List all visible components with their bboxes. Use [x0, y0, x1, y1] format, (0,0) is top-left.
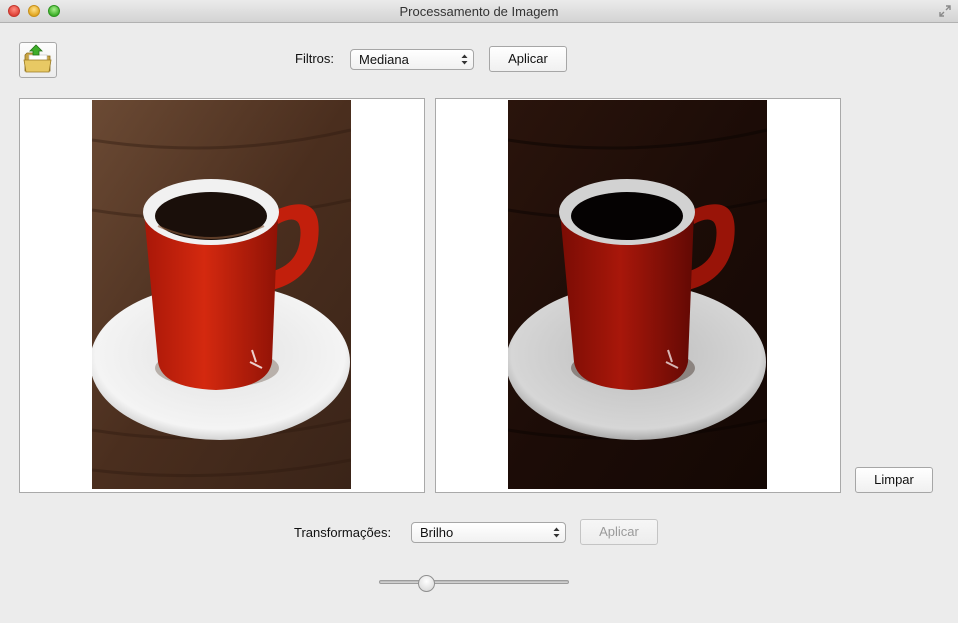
- fullscreen-icon[interactable]: [938, 4, 952, 18]
- open-image-button[interactable]: [19, 42, 57, 78]
- brightness-slider-track[interactable]: [379, 580, 569, 584]
- transformations-select[interactable]: Brilho: [411, 522, 566, 543]
- clear-button[interactable]: Limpar: [855, 467, 933, 493]
- transformations-label: Transformações:: [294, 525, 392, 540]
- filters-select[interactable]: Mediana: [350, 49, 474, 70]
- filters-label: Filtros:: [295, 51, 334, 66]
- filters-select-value: Mediana: [359, 52, 409, 67]
- transformations-select-value: Brilho: [420, 525, 454, 540]
- original-image-panel: [19, 98, 425, 493]
- apply-transform-button[interactable]: Aplicar: [580, 519, 658, 545]
- coffee-cup-photo: [92, 100, 351, 489]
- title-bar: Processamento de Imagem: [0, 0, 958, 23]
- window-title: Processamento de Imagem: [399, 4, 559, 19]
- app-window: Processamento de Imagem Filtros: Mediana…: [0, 0, 958, 623]
- folder-open-icon: [23, 44, 52, 73]
- select-arrows-icon: [461, 54, 468, 65]
- apply-filter-button[interactable]: Aplicar: [489, 46, 567, 72]
- processed-image-panel: [435, 98, 841, 493]
- coffee-cup-photo-darkened: [508, 100, 767, 489]
- brightness-slider-knob[interactable]: [418, 575, 435, 592]
- select-arrows-icon: [553, 527, 560, 538]
